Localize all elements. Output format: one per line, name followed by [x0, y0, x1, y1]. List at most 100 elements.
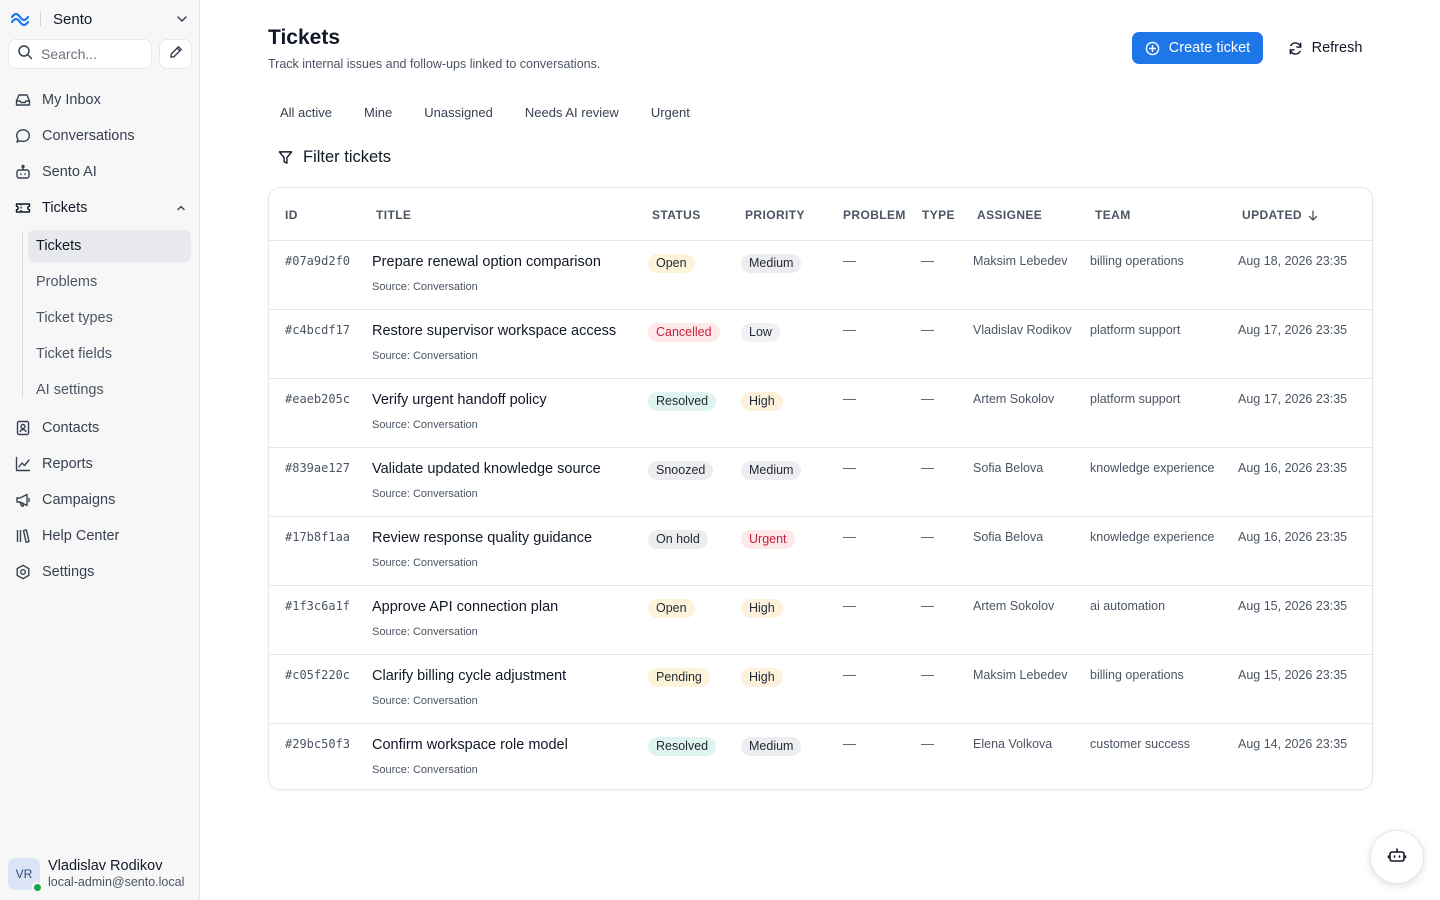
column-header-updated[interactable]: UPDATED: [1242, 208, 1318, 222]
sidebar-item-ai[interactable]: Sento AI: [8, 156, 192, 188]
priority-badge: High: [741, 599, 783, 618]
sidebar-item-conversations[interactable]: Conversations: [8, 120, 192, 152]
workspace-switcher[interactable]: Sento: [10, 6, 190, 32]
ticket-type: —: [921, 598, 934, 613]
search-input[interactable]: [41, 46, 141, 62]
ticket-source: Source: Conversation: [372, 695, 478, 707]
table-row[interactable]: #1f3c6a1f Approve API connection plan So…: [269, 586, 1372, 655]
ticket-title[interactable]: Review response quality guidance: [372, 530, 592, 546]
ai-assistant-button[interactable]: [1370, 830, 1424, 884]
ticket-assignee: Artem Sokolov: [973, 392, 1055, 406]
sidebar-item-campaigns[interactable]: Campaigns: [8, 484, 192, 516]
robot-icon: [14, 163, 32, 181]
column-header-updated-label: UPDATED: [1242, 208, 1302, 222]
tab-needs-ai-review[interactable]: Needs AI review: [513, 98, 631, 126]
ticket-assignee: Sofia Belova: [973, 461, 1044, 475]
chevron-up-icon[interactable]: [172, 199, 190, 217]
line-chart-icon: [14, 455, 32, 473]
sidebar-item-inbox[interactable]: My Inbox: [8, 84, 192, 116]
avatar: VR: [8, 858, 43, 893]
ticket-title[interactable]: Validate updated knowledge source: [372, 461, 601, 477]
ticket-team: knowledge experience: [1090, 530, 1215, 544]
table-row[interactable]: #29bc50f3 Confirm workspace role model S…: [269, 724, 1372, 789]
ticket-problem: —: [843, 460, 856, 475]
column-header-title[interactable]: TITLE: [376, 208, 411, 222]
tab-mine[interactable]: Mine: [352, 98, 404, 126]
search-box[interactable]: [8, 39, 152, 69]
sidebar-item-settings[interactable]: Settings: [8, 556, 192, 588]
table-row[interactable]: #c05f220c Clarify billing cycle adjustme…: [269, 655, 1372, 724]
ticket-title[interactable]: Approve API connection plan: [372, 599, 558, 615]
table-row[interactable]: #eaeb205c Verify urgent handoff policy S…: [269, 379, 1372, 448]
ticket-updated: Aug 17, 2026 23:35: [1238, 323, 1348, 337]
filter-funnel-icon: [278, 150, 293, 165]
tab-all-active[interactable]: All active: [268, 98, 344, 126]
ticket-id: #839ae127: [285, 461, 351, 475]
ticket-title[interactable]: Clarify billing cycle adjustment: [372, 668, 566, 684]
subnav-item-problems[interactable]: Problems: [28, 266, 191, 298]
ticket-source: Source: Conversation: [372, 419, 478, 431]
create-ticket-button[interactable]: Create ticket: [1132, 32, 1263, 64]
search-icon: [17, 44, 33, 65]
ticket-assignee: Sofia Belova: [973, 530, 1044, 544]
status-badge: Snoozed: [648, 461, 714, 480]
refresh-button[interactable]: Refresh: [1280, 32, 1370, 64]
ticket-title[interactable]: Verify urgent handoff policy: [372, 392, 547, 408]
sidebar-item-label: Sento AI: [42, 164, 97, 180]
ticket-team: platform support: [1090, 323, 1181, 337]
ticket-type: —: [921, 529, 934, 544]
ticket-type: —: [921, 391, 934, 406]
robot-icon: [1387, 845, 1407, 870]
table-row[interactable]: #c4bcdf17 Restore supervisor workspace a…: [269, 310, 1372, 379]
column-header-priority[interactable]: PRIORITY: [745, 208, 805, 222]
ticket-title[interactable]: Restore supervisor workspace access: [372, 323, 616, 339]
column-header-type[interactable]: TYPE: [922, 208, 955, 222]
ticket-problem: —: [843, 391, 856, 406]
chevron-down-icon[interactable]: [174, 11, 190, 27]
table-row[interactable]: #07a9d2f0 Prepare renewal option compari…: [269, 241, 1372, 310]
column-header-problem[interactable]: PROBLEM: [843, 208, 906, 222]
ticket-problem: —: [843, 667, 856, 682]
table-row[interactable]: #17b8f1aa Review response quality guidan…: [269, 517, 1372, 586]
ticket-title[interactable]: Confirm workspace role model: [372, 737, 568, 753]
tab-urgent[interactable]: Urgent: [639, 98, 702, 126]
ticket-type: —: [921, 736, 934, 751]
page-subtitle: Track internal issues and follow-ups lin…: [268, 57, 601, 71]
user-profile[interactable]: VR Vladislav Rodikov local-admin@sento.l…: [0, 848, 200, 900]
refresh-icon: [1288, 41, 1303, 56]
column-header-assignee[interactable]: ASSIGNEE: [977, 208, 1042, 222]
ticket-id: #17b8f1aa: [285, 530, 351, 544]
sidebar-item-help-center[interactable]: Help Center: [8, 520, 192, 552]
ticket-id: #29bc50f3: [285, 737, 351, 751]
sidebar-item-tickets[interactable]: Tickets: [8, 192, 192, 224]
ticket-assignee: Vladislav Rodikov: [973, 323, 1072, 337]
subnav-item-ticket-fields[interactable]: Ticket fields: [28, 338, 191, 370]
ticket-assignee: Elena Volkova: [973, 737, 1053, 751]
sidebar-item-contacts[interactable]: Contacts: [8, 412, 192, 444]
ticket-title[interactable]: Prepare renewal option comparison: [372, 254, 601, 270]
ticket-problem: —: [843, 253, 856, 268]
sidebar-item-reports[interactable]: Reports: [8, 448, 192, 480]
tab-unassigned[interactable]: Unassigned: [412, 98, 505, 126]
plus-circle-icon: [1145, 41, 1160, 56]
priority-badge: High: [741, 668, 783, 687]
column-header-team[interactable]: TEAM: [1095, 208, 1131, 222]
user-email: local-admin@sento.local: [48, 875, 185, 889]
column-header-id[interactable]: ID: [285, 208, 298, 222]
ticket-icon: [14, 199, 32, 217]
ticket-problem: —: [843, 736, 856, 751]
ticket-type: —: [921, 253, 934, 268]
column-header-status[interactable]: STATUS: [652, 208, 701, 222]
subnav-item-ticket-types[interactable]: Ticket types: [28, 302, 191, 334]
inbox-icon: [14, 91, 32, 109]
filter-tickets-toggle[interactable]: Filter tickets: [278, 144, 391, 170]
ticket-problem: —: [843, 598, 856, 613]
priority-badge: Medium: [741, 461, 802, 480]
table-row[interactable]: #839ae127 Validate updated knowledge sou…: [269, 448, 1372, 517]
library-icon: [14, 527, 32, 545]
ticket-updated: Aug 16, 2026 23:35: [1238, 461, 1348, 475]
ticket-problem: —: [843, 529, 856, 544]
compose-button[interactable]: [159, 39, 192, 69]
subnav-item-tickets[interactable]: Tickets: [28, 230, 191, 262]
subnav-item-ai-settings[interactable]: AI settings: [28, 374, 191, 406]
